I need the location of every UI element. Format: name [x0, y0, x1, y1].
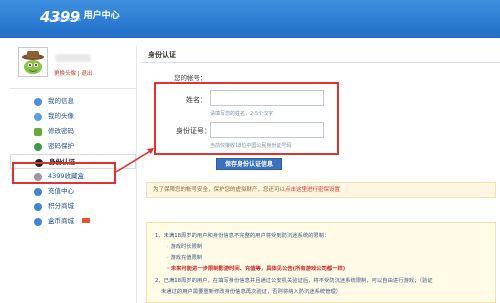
info-line: 1、未满18周岁的用户和身份信息不完整的用户将受到防沉迷系统的限制： — [155, 233, 330, 239]
account-label: 您的帐号： — [174, 74, 207, 82]
title-divider — [142, 62, 500, 63]
info-line: · 游戏时长限制 — [167, 244, 203, 250]
anti-addiction-info: 1、未满18周岁的用户和身份信息不完整的用户将受到防沉迷系统的限制： · 游戏时… — [146, 222, 496, 303]
password-protection-link[interactable]: 点击这里进行密保设置 — [285, 187, 340, 193]
form-highlight-box — [154, 82, 339, 155]
notice-text: 为了保障您的帐号安全，保护您的虚拟财产，您还可以 — [153, 187, 286, 193]
save-identity-button[interactable]: 保存身份认证信息 — [216, 158, 282, 170]
page-title: 身份认证 — [148, 51, 176, 59]
main-content: 身份认证 您的帐号： 姓名： 请填写您的姓名，2-5个汉字 身份证号： 当前仅接… — [142, 46, 500, 303]
info-line: 未通过的用户需要重新修改身份信息再次验证，否则将纳入防沉迷系统管理） — [161, 289, 342, 295]
info-line-warning: · 未来可能进一步限制影游时间、充值等，具体见公告(所有游戏公司都一样) — [167, 266, 346, 272]
security-notice: 为了保障您的帐号安全，保护您的虚拟财产，您还可以点击这里进行密保设置 — [146, 182, 496, 198]
info-line: · 游戏充值限制 — [167, 255, 203, 261]
info-line: 2、已满18周岁的用户，在填写身份信息并且通过公安机关验证后，将不受防沉迷系统限… — [155, 278, 433, 284]
